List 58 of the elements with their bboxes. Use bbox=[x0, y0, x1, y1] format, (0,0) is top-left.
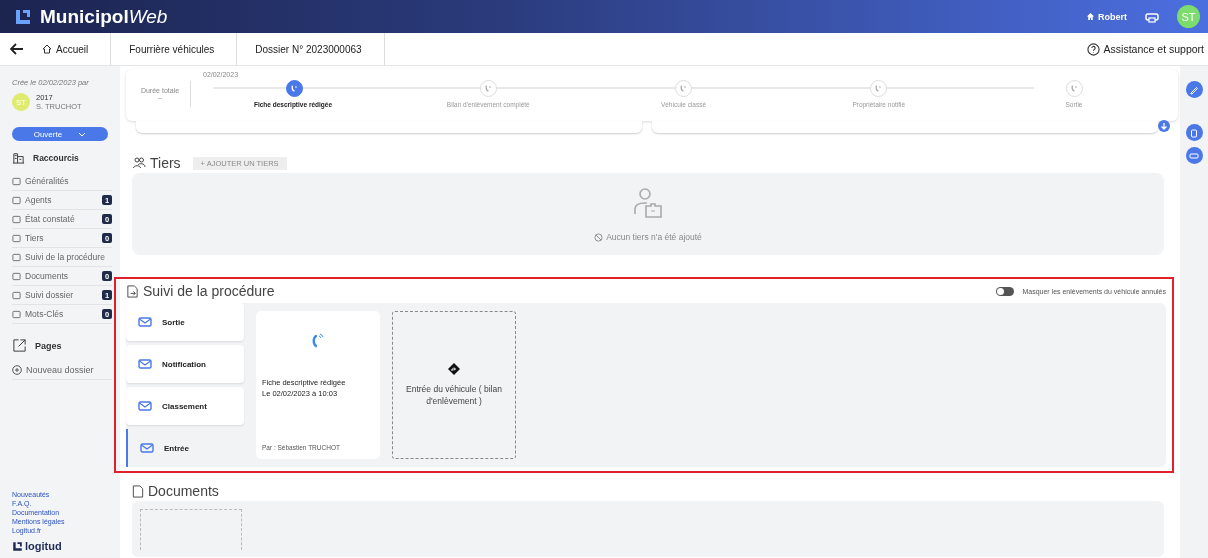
procedure-tab[interactable]: Classement bbox=[126, 387, 244, 425]
phone-icon bbox=[311, 333, 325, 349]
print-button[interactable] bbox=[1185, 147, 1203, 164]
people-icon bbox=[132, 156, 146, 170]
empty-message: Aucun tiers n'a été ajouté bbox=[606, 232, 702, 242]
chevron-down-icon bbox=[78, 131, 87, 137]
copy-button[interactable] bbox=[1185, 124, 1203, 141]
home-icon bbox=[42, 44, 52, 54]
brand-logo: logitud bbox=[25, 540, 62, 552]
phone-icon bbox=[874, 84, 884, 93]
copy-icon bbox=[1189, 127, 1199, 138]
shortcut-item[interactable]: Généralités bbox=[12, 172, 112, 191]
section-title: Pages bbox=[35, 340, 62, 351]
document-icon bbox=[132, 484, 144, 498]
toggle-switch[interactable] bbox=[996, 286, 1015, 296]
breadcrumb-link[interactable]: Fourrière véhicules bbox=[125, 33, 238, 65]
shortcut-item[interactable]: Suivi de la procédure bbox=[12, 248, 112, 267]
status-dropdown[interactable]: Ouverte bbox=[12, 127, 108, 141]
breadcrumb-link[interactable]: Dossier N° 2023000063 bbox=[251, 33, 385, 65]
document-icon bbox=[126, 284, 139, 298]
breadcrumb-link[interactable]: Accueil bbox=[38, 33, 112, 65]
section-title: Raccourcis bbox=[33, 152, 79, 163]
procedure-tab[interactable]: Sortie bbox=[126, 303, 244, 341]
building-icon bbox=[12, 151, 25, 164]
logo-icon bbox=[14, 7, 32, 26]
envelope-icon bbox=[138, 316, 152, 328]
new-file-link[interactable]: Nouveau dossier bbox=[12, 361, 112, 380]
pending-label: Entrée du véhicule ( bilan d'enlèvement ) bbox=[405, 383, 503, 407]
person-folder-icon bbox=[631, 186, 665, 220]
back-arrow-icon[interactable] bbox=[10, 43, 24, 55]
phone-icon bbox=[1069, 84, 1079, 93]
envelope-icon bbox=[138, 358, 152, 370]
phone-icon bbox=[289, 84, 299, 93]
edit-button[interactable] bbox=[1185, 81, 1203, 98]
printer-icon bbox=[1189, 150, 1199, 161]
printer-icon[interactable] bbox=[1145, 10, 1159, 23]
section-title: Suivi de la procédure bbox=[143, 283, 275, 299]
forbidden-icon bbox=[594, 232, 604, 242]
logo-icon bbox=[12, 540, 23, 552]
user-link[interactable]: Robert bbox=[1086, 11, 1127, 22]
envelope-icon bbox=[140, 442, 154, 454]
app-logo: MunicipolWeb bbox=[40, 5, 168, 28]
section-title: Documents bbox=[148, 483, 219, 499]
creator-avatar: ST bbox=[12, 93, 30, 111]
down-arrow-icon[interactable] bbox=[1158, 120, 1170, 132]
pencil-icon bbox=[1189, 84, 1199, 95]
help-link[interactable]: Assistance et support bbox=[1086, 42, 1204, 56]
plus-circle-icon bbox=[12, 365, 22, 375]
envelope-icon bbox=[138, 400, 152, 412]
procedure-tab[interactable]: Notification bbox=[126, 345, 244, 383]
section-title: Tiers bbox=[150, 155, 181, 171]
external-link-icon bbox=[12, 338, 27, 353]
help-icon bbox=[1086, 42, 1100, 56]
phone-icon bbox=[679, 84, 688, 93]
direction-sign-icon bbox=[448, 363, 460, 375]
pending-card[interactable]: Entrée du véhicule ( bilan d'enlèvement ) bbox=[392, 311, 516, 459]
home-icon bbox=[1086, 12, 1095, 21]
phone-icon bbox=[483, 84, 493, 93]
